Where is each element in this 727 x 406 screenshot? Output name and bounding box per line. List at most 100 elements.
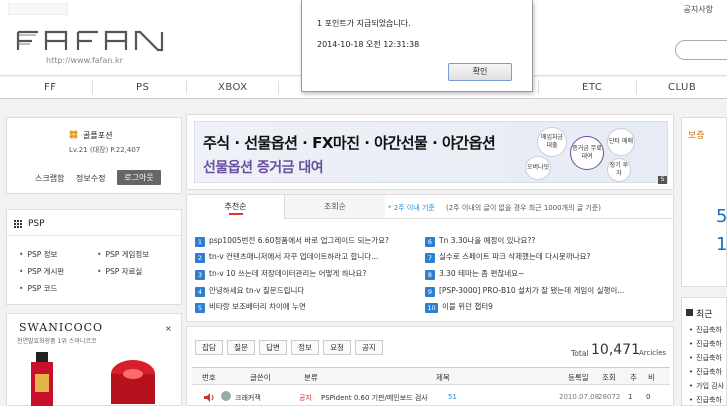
ad-panel[interactable]: SWANICOCO 천연발효화장품 1위 스와니코코 × (6, 313, 182, 406)
finance-banner[interactable]: 주식 · 선물옵션 · FX마진 · 야간선물 · 야간옵션 선물옵션 증거금 … (194, 121, 668, 184)
rank-badge: 10 (425, 303, 438, 313)
col-up[interactable]: 추 (630, 372, 637, 383)
board-note-highlight: * 2주 이내 기준 (388, 204, 435, 212)
logout-button[interactable]: 로그아웃 (117, 170, 161, 185)
tab-recommend[interactable]: 추천순 (187, 195, 285, 219)
recent-link[interactable]: 진급축하 (689, 367, 722, 377)
best-post-item[interactable]: 10 이블 위던 챕터9 (425, 301, 493, 313)
psp-link-code[interactable]: PSP 코드 (19, 283, 57, 294)
row-date: 2010.07.08 (559, 393, 600, 401)
recent-link[interactable]: 진급축하 (689, 325, 722, 335)
best-post-item[interactable]: 2 tn-v 컨텐츠매니저에서 자꾸 업데이트하라고 합니다... (195, 251, 378, 263)
dialog-message: 1 포인트가 지급되었습니다. (317, 19, 411, 28)
nav-item-etc[interactable]: ETC (582, 82, 602, 93)
banner-panel: 주식 · 선물옵션 · FX마진 · 야간선물 · 야간옵션 선물옵션 증거금 … (186, 114, 674, 190)
recent-link[interactable]: 진급축하 (689, 353, 722, 363)
col-number[interactable]: 번호 (202, 372, 216, 383)
col-title[interactable]: 제목 (436, 372, 450, 383)
nav-item-xbox[interactable]: XBOX (218, 82, 248, 93)
nav-divider (278, 81, 279, 94)
rank-badge: 4 (195, 287, 205, 297)
category-tab-notice[interactable]: 공지 (355, 340, 383, 355)
col-down[interactable]: 비 (648, 372, 655, 383)
post-title: 비타랑 보조배터리 차이에 누면 (209, 302, 306, 311)
banner-bubble: 단타 매매 (607, 128, 635, 156)
point-alert-dialog: 1 포인트가 지급되었습니다. 2014-10-18 오전 12:31:38 확… (301, 0, 533, 92)
divider (7, 235, 181, 236)
best-post-item[interactable]: 5 비타랑 보조배터리 차이에 누면 (195, 301, 306, 313)
ad-subtitle: 천연발효화장품 1위 스와니코코 (17, 338, 97, 345)
row-comment-count: 51 (448, 393, 457, 401)
col-author[interactable]: 글쓴이 (250, 372, 271, 383)
post-title: [PSP-3000] PRO-B10 설치가 잘 됐는데 게임이 실행이... (439, 286, 625, 295)
col-views[interactable]: 조회 (602, 372, 616, 383)
psp-link-archive[interactable]: PSP 자료실 (97, 266, 142, 277)
banner-bubble: 매입자금 대출 (537, 127, 567, 157)
post-title: 이블 위던 챕터9 (442, 302, 493, 311)
category-tab-answer[interactable]: 답변 (259, 340, 287, 355)
best-post-item[interactable]: 9 [PSP-3000] PRO-B10 설치가 잘 됐는데 게임이 실행이... (425, 285, 624, 297)
rank-badge: 1 (195, 237, 205, 247)
right-ad-label: 보증 (688, 131, 705, 141)
best-post-item[interactable]: 6 Tn 3.30나올 예정이 있나요?? (425, 235, 535, 247)
best-post-item[interactable]: 4 안녕하세요 tn-v 질문드립니다 (195, 285, 304, 297)
post-title: 3.30 테마는 좀 편찮네요~ (439, 269, 525, 278)
tab-views[interactable]: 조회순 (285, 195, 385, 219)
col-category[interactable]: 분류 (304, 372, 318, 383)
banner-badge: S (658, 176, 667, 184)
col-date[interactable]: 등록일 (568, 372, 589, 383)
rank-badge: 8 (425, 270, 435, 280)
post-title: tn-v 컨텐츠매니저에서 자꾸 업데이트하라고 합니다... (209, 252, 379, 261)
right-ad-digit: 1 (716, 234, 727, 255)
scrap-button[interactable]: 스크랩함 (35, 173, 64, 184)
banner-bubble: 장기 투자 (607, 158, 631, 182)
search-input[interactable] (675, 40, 727, 60)
board-list-panel: 잡담 질문 답변 정보 요청 공지 Total 10,471 Arcicles … (186, 326, 674, 406)
fafan-logo[interactable] (16, 28, 166, 52)
recent-link[interactable]: 가입 감사 (689, 381, 724, 391)
right-ad-panel[interactable]: 보증 5 1 (681, 117, 727, 287)
psp-link-game-info[interactable]: PSP 게임정보 (97, 249, 149, 260)
psp-link-info[interactable]: PSP 정보 (19, 249, 57, 260)
psp-link-board[interactable]: PSP 게시판 (19, 266, 64, 277)
banner-headline: 주식 · 선물옵션 · FX마진 · 야간선물 · 야간옵션 (203, 134, 496, 152)
nav-divider (186, 81, 187, 94)
close-icon[interactable]: × (165, 324, 172, 333)
board-note-text: (2주 이내의 글이 없을 경우 최근 1000개의 글 기준) (446, 204, 602, 212)
product-jar-image (111, 360, 155, 404)
nav-item-ps[interactable]: PS (136, 82, 149, 93)
notice-link[interactable]: 공지사항 (684, 4, 713, 15)
user-panel: 골플포션 Lv.21 (대장) P.22,407 스크랩함 정보수정 로그아웃 (6, 117, 182, 194)
best-post-item[interactable]: 8 3.30 테마는 좀 편찮네요~ (425, 268, 524, 280)
category-tab-chat[interactable]: 잡담 (195, 340, 223, 355)
post-title: psp1005번전 6.60정품에서 바로 업그레이드 되는가요? (209, 236, 390, 245)
category-tab-request[interactable]: 요청 (323, 340, 351, 355)
post-title: 안녕하세요 tn-v 질문드립니다 (209, 286, 305, 295)
ok-button[interactable]: 확인 (448, 63, 512, 81)
row-views: 28072 (598, 393, 621, 401)
row-up: 1 (628, 393, 633, 401)
best-post-item[interactable]: 1 psp1005번전 6.60정품에서 바로 업그레이드 되는가요? (195, 235, 389, 247)
best-post-item[interactable]: 3 tn-v 10 쓰는데 저장데이터관리는 어떻게 하나요? (195, 268, 366, 280)
speaker-icon (204, 393, 214, 402)
recent-link[interactable]: 진급축하 (689, 395, 722, 405)
total-label: Total (571, 349, 589, 358)
banner-subline: 선물옵션 증거금 대여 (203, 160, 324, 176)
ad-brand: SWANICOCO (19, 321, 104, 334)
category-tab-question[interactable]: 질문 (227, 340, 255, 355)
recent-link[interactable]: 진급축하 (689, 339, 722, 349)
nav-item-club[interactable]: CLUB (668, 82, 696, 93)
product-bottle-image (31, 352, 53, 406)
nav-item-ff[interactable]: FF (44, 82, 57, 93)
rank-badge: 7 (425, 253, 435, 263)
rank-badge: 6 (425, 237, 435, 247)
row-title[interactable]: PSPident 0.60 기판/메인보드 검사 (321, 393, 428, 403)
post-title: tn-v 10 쓰는데 저장데이터관리는 어떻게 하나요? (209, 269, 367, 278)
edit-profile-button[interactable]: 정보수정 (76, 173, 105, 184)
banner-bubble: 오버나잇 (525, 156, 551, 180)
row-author[interactable]: 크래커잭 (235, 393, 261, 403)
best-post-item[interactable]: 7 실수로 스페이트 파크 삭제했는데 다시못까나요? (425, 251, 591, 263)
rank-badge: 3 (195, 270, 205, 280)
category-tab-info[interactable]: 정보 (291, 340, 319, 355)
top-left-field[interactable] (8, 3, 68, 15)
